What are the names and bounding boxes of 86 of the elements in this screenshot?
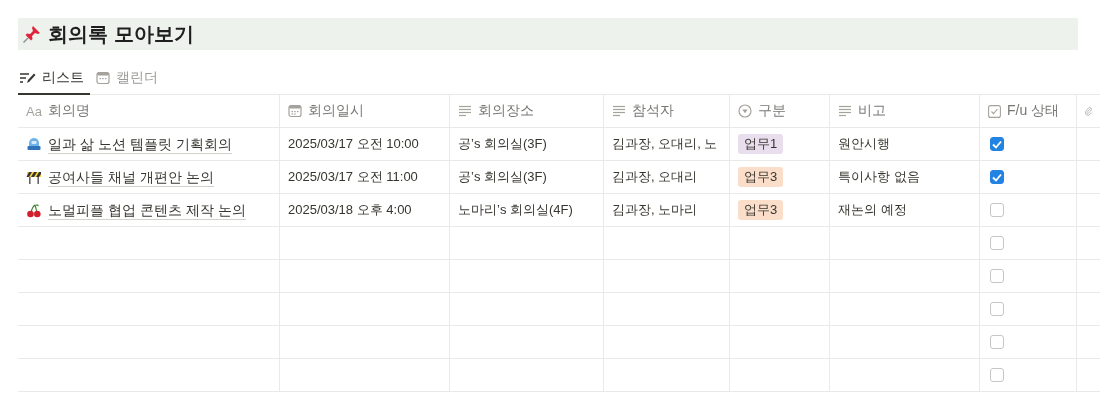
checkbox[interactable] — [990, 302, 1004, 316]
cherry-icon — [26, 202, 42, 218]
pushpin-icon — [22, 24, 42, 44]
column-header[interactable]: 구분 — [730, 95, 830, 128]
cell-text: 김과장, 노마리 — [612, 201, 698, 219]
checkbox[interactable] — [990, 203, 1004, 217]
text-lines-icon — [458, 105, 472, 117]
empty-table-cell[interactable] — [450, 359, 604, 392]
column-header[interactable]: 회의장소 — [450, 95, 604, 128]
cell-text: 공’s 회의실(3F) — [458, 135, 547, 153]
empty-table-cell[interactable] — [830, 293, 980, 326]
checkbox-icon — [988, 104, 1001, 118]
empty-table-cell[interactable] — [18, 227, 280, 260]
empty-table-cell[interactable] — [280, 260, 450, 293]
column-header[interactable]: F/u 상태 — [980, 95, 1077, 128]
column-label: 회의명 — [47, 102, 90, 120]
cell-text: 노마리’s 회의실(4F) — [458, 201, 573, 219]
calendar-icon — [96, 71, 110, 85]
text-lines-icon — [612, 105, 626, 117]
empty-table-cell[interactable] — [18, 260, 280, 293]
empty-table-cell[interactable] — [604, 260, 730, 293]
empty-table-cell[interactable] — [830, 359, 980, 392]
view-tab[interactable]: 리스트 — [18, 63, 90, 95]
column-label: 참석자 — [632, 102, 674, 120]
column-header[interactable]: 회의일시 — [280, 95, 450, 128]
empty-table-cell[interactable] — [730, 227, 830, 260]
empty-table-cell[interactable] — [280, 359, 450, 392]
text-lines-icon — [838, 105, 852, 117]
empty-table-cell[interactable] — [604, 326, 730, 359]
list-edit-icon — [20, 72, 36, 84]
date-text: 2025/03/18 오후 4:00 — [288, 201, 412, 219]
page-link[interactable]: 노멀피플 협업 콘텐츠 제작 논의 — [48, 200, 246, 220]
category-tag[interactable]: 업무3 — [738, 200, 784, 220]
column-label: 회의장소 — [478, 102, 534, 120]
empty-table-cell[interactable] — [730, 359, 830, 392]
checkbox[interactable] — [990, 170, 1004, 184]
empty-table-cell[interactable] — [730, 326, 830, 359]
barrier-icon — [26, 169, 42, 185]
empty-table-cell[interactable] — [18, 293, 280, 326]
empty-table-cell[interactable] — [450, 227, 604, 260]
empty-table-cell[interactable] — [830, 260, 980, 293]
empty-table-cell[interactable] — [280, 227, 450, 260]
cell-text: 특이사항 없음 — [838, 168, 920, 186]
column-label: 구분 — [758, 102, 786, 120]
page-title: 회의록 모아보기 — [48, 21, 194, 47]
checkbox[interactable] — [990, 335, 1004, 349]
column-label: 비고 — [858, 102, 886, 120]
dropdown-circle-icon — [738, 104, 752, 118]
siren-icon — [26, 136, 42, 152]
date-text: 2025/03/17 오전 10:00 — [288, 135, 419, 153]
empty-table-cell[interactable] — [450, 260, 604, 293]
category-tag[interactable]: 업무1 — [738, 134, 784, 154]
empty-table-cell[interactable] — [830, 227, 980, 260]
date-text: 2025/03/17 오전 11:00 — [288, 168, 418, 186]
empty-table-cell[interactable] — [730, 293, 830, 326]
column-label: 회의일시 — [308, 102, 364, 120]
view-tab[interactable]: 캘린더 — [94, 63, 164, 95]
empty-table-cell[interactable] — [18, 359, 280, 392]
text-type-icon: Aa — [26, 103, 42, 119]
column-header[interactable]: 비고 — [830, 95, 980, 128]
checkbox[interactable] — [990, 269, 1004, 283]
empty-table-cell[interactable] — [830, 326, 980, 359]
column-header[interactable]: Aa 회의명 — [18, 95, 280, 128]
cell-text: 재논의 예정 — [838, 201, 907, 219]
cell-text: 김과장, 오대리 — [612, 168, 698, 186]
empty-table-cell[interactable] — [450, 326, 604, 359]
page-link[interactable]: 공여사들 채널 개편안 논의 — [48, 167, 214, 187]
empty-table-cell[interactable] — [18, 326, 280, 359]
cell-text: 원안시행 — [838, 135, 890, 153]
calendar-icon — [288, 104, 302, 118]
checkbox[interactable] — [990, 137, 1004, 151]
empty-table-cell[interactable] — [280, 293, 450, 326]
checkbox[interactable] — [990, 236, 1004, 250]
cell-text: 공’s 회의실(3F) — [458, 168, 547, 186]
empty-table-cell[interactable] — [280, 326, 450, 359]
empty-table-cell[interactable] — [604, 359, 730, 392]
cell-text: 김과장, 오대리, 노 — [612, 135, 718, 153]
category-tag[interactable]: 업무3 — [738, 167, 784, 187]
page-link[interactable]: 일과 삶 노션 템플릿 기획회의 — [48, 134, 232, 154]
empty-table-cell[interactable] — [730, 260, 830, 293]
empty-table-cell[interactable] — [450, 293, 604, 326]
empty-table-cell[interactable] — [604, 227, 730, 260]
checkbox[interactable] — [990, 368, 1004, 382]
column-label: F/u 상태 — [1007, 102, 1060, 120]
column-header[interactable]: 참석자 — [604, 95, 730, 128]
empty-table-cell[interactable] — [604, 293, 730, 326]
